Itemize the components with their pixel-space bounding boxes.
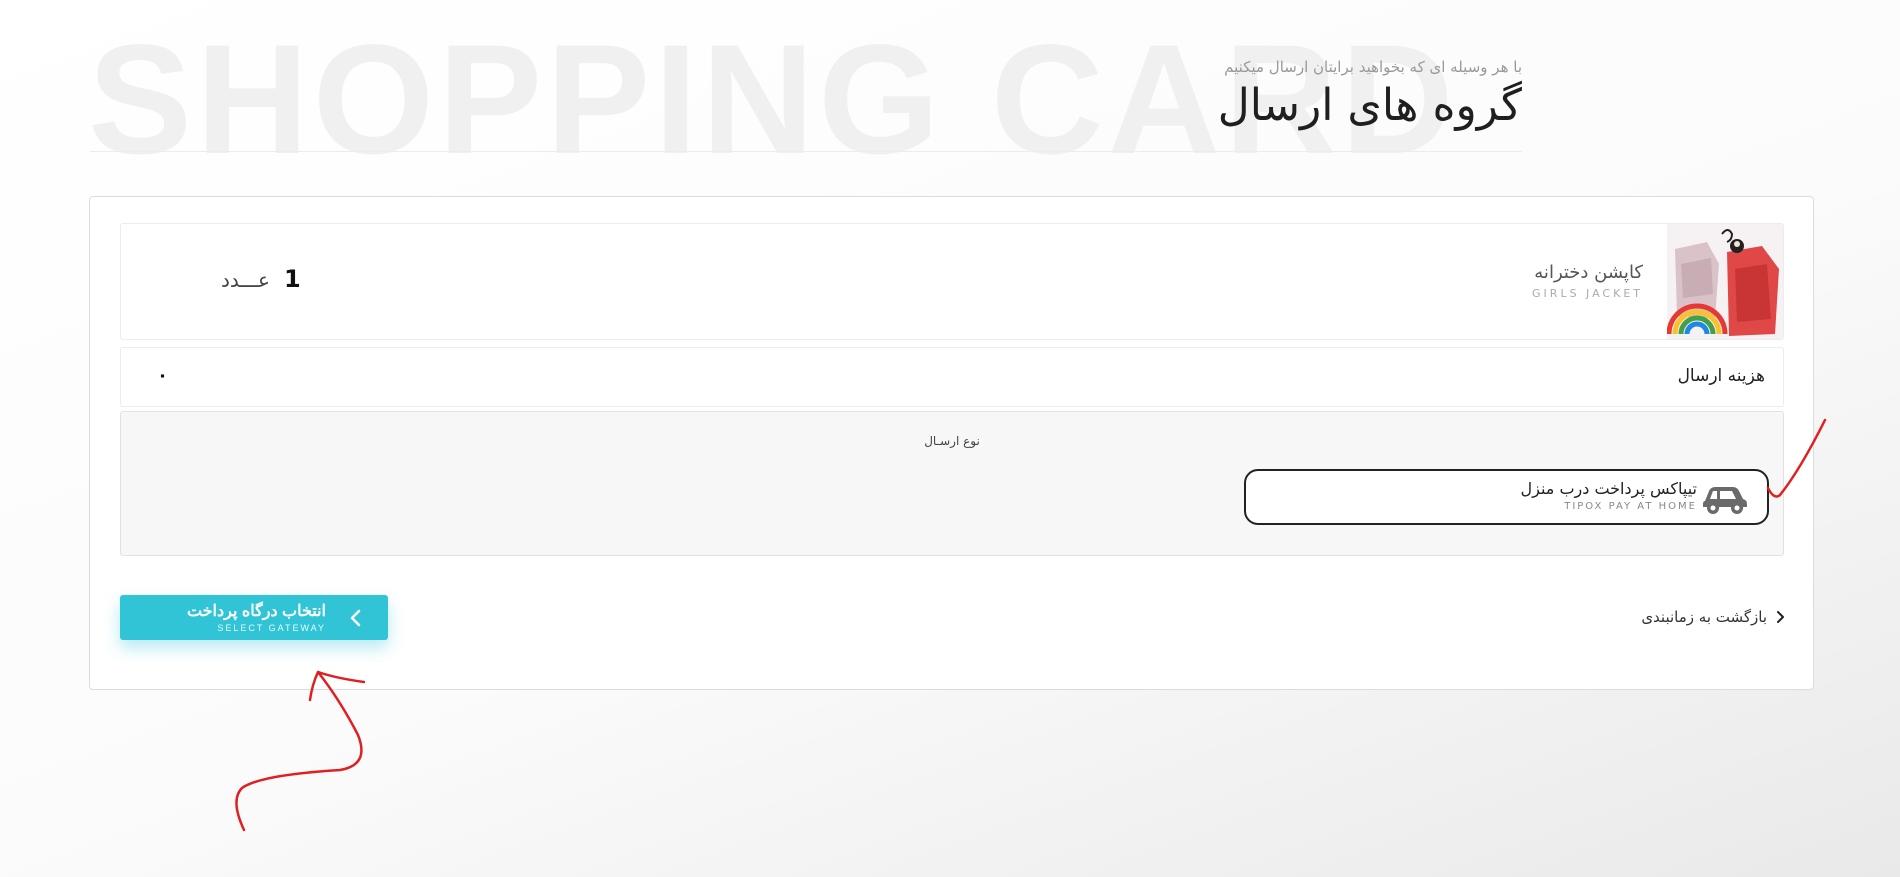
product-thumbnail <box>1667 224 1783 339</box>
product-name-en: GIRLS JACKET <box>1532 287 1643 300</box>
shipping-cost-row: هزینه ارسال ۰ <box>120 347 1784 407</box>
page-title: گروه های ارسال <box>1217 80 1522 131</box>
select-gateway-sublabel: SELECT GATEWAY <box>217 623 326 633</box>
page-header: با هر وسیله ای که بخواهید برایتان ارسال … <box>90 58 1522 152</box>
shipping-method-title: نوع ارسـال <box>924 434 980 448</box>
select-gateway-label: انتخاب درگاه پرداخت <box>186 603 326 620</box>
shipping-option-tipax[interactable]: تیپاکس پرداخت درب منزل TIPOX PAY AT HOME <box>1244 469 1769 525</box>
arrow-annotation <box>235 670 366 832</box>
shipping-cost-value: ۰ <box>157 365 168 386</box>
select-gateway-button[interactable]: انتخاب درگاه پرداخت SELECT GATEWAY <box>120 595 388 640</box>
product-row: کاپشن دخترانه GIRLS JACKET 1 عـــدد <box>120 223 1784 340</box>
quantity-unit: عـــدد <box>221 268 270 292</box>
shipping-option-name: تیپاکس پرداخت درب منزل <box>1520 479 1697 498</box>
chevron-left-icon <box>350 609 361 627</box>
shipping-method-box: نوع ارسـال تیپاکس پرداخت درب منزل TIPOX … <box>120 411 1784 556</box>
back-to-schedule-label: بازگشت به زمانبندی <box>1641 608 1767 626</box>
product-quantity: 1 <box>284 265 301 293</box>
shipping-cost-label: هزینه ارسال <box>1677 366 1765 386</box>
shipping-card: کاپشن دخترانه GIRLS JACKET 1 عـــدد هزین… <box>89 196 1814 690</box>
shipping-option-name-en: TIPOX PAY AT HOME <box>1564 501 1697 512</box>
back-to-schedule-link[interactable]: بازگشت به زمانبندی <box>1641 608 1785 626</box>
chevron-right-icon <box>1777 611 1784 623</box>
page-subtitle: با هر وسیله ای که بخواهید برایتان ارسال … <box>1224 58 1522 76</box>
product-name: کاپشن دخترانه <box>1534 262 1643 283</box>
product-image <box>1667 224 1783 339</box>
car-icon <box>1703 487 1747 514</box>
